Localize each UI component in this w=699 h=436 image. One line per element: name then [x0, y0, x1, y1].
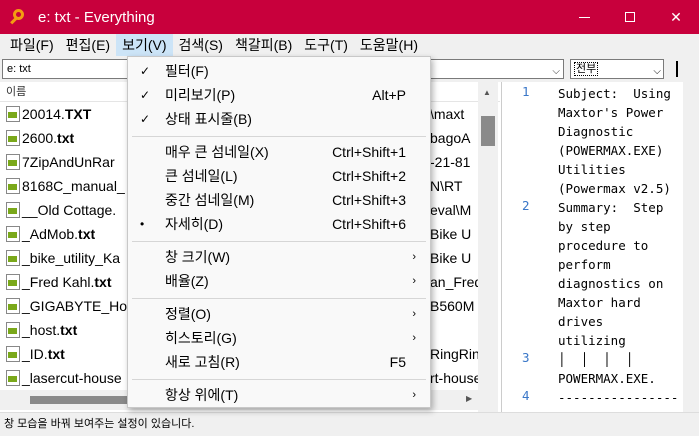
menu-item-filter[interactable]: ✓ 필터(F): [128, 59, 430, 83]
maximize-icon: [625, 12, 635, 22]
menu-item-refresh[interactable]: 새로 고침(R) F5: [128, 350, 430, 374]
menu-item-window-size[interactable]: 창 크기(W) ›: [128, 245, 430, 269]
menu-bookmarks[interactable]: 책갈피(B): [229, 34, 298, 56]
minimize-button[interactable]: [561, 0, 607, 34]
text-file-icon: [6, 298, 20, 314]
text-file-icon: [6, 106, 20, 122]
text-file-icon: [6, 370, 20, 386]
chevron-right-icon: ›: [412, 275, 416, 287]
checkmark-icon: ✓: [140, 112, 151, 126]
menu-item-preview[interactable]: ✓ 미리보기(P) Alt+P: [128, 83, 430, 107]
magnifier-app-icon: [8, 6, 30, 28]
menu-item-extra-large-thumbnails[interactable]: 매우 큰 섬네일(X) Ctrl+Shift+1: [128, 140, 430, 164]
menu-search[interactable]: 검색(S): [173, 34, 229, 56]
shortcut-label: F5: [389, 354, 406, 370]
window-title: e: txt - Everything: [38, 8, 155, 26]
shortcut-label: Ctrl+Shift+1: [332, 144, 406, 160]
menu-item-medium-thumbnails[interactable]: 중간 섬네일(M) Ctrl+Shift+3: [128, 188, 430, 212]
menu-help[interactable]: 도움말(H): [354, 34, 424, 56]
chevron-right-icon: ›: [412, 389, 416, 401]
filter-divider: [676, 61, 678, 77]
menu-bar: 파일(F) 편집(E) 보기(V) 검색(S) 책갈피(B) 도구(T) 도움말…: [0, 34, 699, 56]
menu-tools[interactable]: 도구(T): [298, 34, 354, 56]
chevron-right-icon: ›: [412, 332, 416, 344]
menu-item-details[interactable]: • 자세히(D) Ctrl+Shift+6: [128, 212, 430, 236]
menu-item-history[interactable]: 히스토리(G) ›: [128, 326, 430, 350]
preview-pane: 1 Subject: Using Maxtor's Power Diagnost…: [501, 82, 699, 412]
shortcut-label: Ctrl+Shift+6: [332, 216, 406, 232]
line-number: 2: [522, 198, 530, 213]
chevron-right-icon: ›: [412, 251, 416, 263]
preview-text: Summary: Step by step procedure to perfo…: [558, 200, 664, 348]
vertical-scroll-thumb[interactable]: [481, 116, 495, 146]
chevron-right-icon: ›: [412, 308, 416, 320]
menu-item-always-on-top[interactable]: 항상 위에(T) ›: [128, 383, 430, 407]
text-file-icon: [6, 202, 20, 218]
search-history-dropdown-icon[interactable]: ⌵: [552, 63, 560, 81]
view-menu-dropdown: ✓ 필터(F) ✓ 미리보기(P) Alt+P ✓ 상태 표시줄(B) 매우 큰 섬네일…: [127, 56, 431, 408]
text-file-icon: [6, 322, 20, 338]
menu-item-status-bar[interactable]: ✓ 상태 표시줄(B): [128, 107, 430, 131]
menu-separator: [132, 136, 426, 137]
menu-item-large-thumbnails[interactable]: 큰 섬네일(L) Ctrl+Shift+2: [128, 164, 430, 188]
menu-separator: [132, 379, 426, 380]
menu-item-sort[interactable]: 정렬(O) ›: [128, 302, 430, 326]
text-file-icon: [6, 274, 20, 290]
text-file-icon: [6, 346, 20, 362]
menu-item-zoom[interactable]: 배율(Z) ›: [128, 269, 430, 293]
scroll-up-arrow-icon[interactable]: ▲: [483, 88, 491, 97]
menu-separator: [132, 298, 426, 299]
preview-text: ----------------: [558, 390, 679, 405]
minimize-icon: [578, 16, 590, 18]
menu-edit[interactable]: 편집(E): [60, 34, 116, 56]
scroll-right-arrow-icon[interactable]: ▶: [466, 394, 472, 403]
filter-select-value: 전부: [574, 62, 599, 76]
search-input-value: e: txt: [7, 63, 31, 75]
menu-file[interactable]: 파일(F): [4, 34, 60, 56]
menu-view[interactable]: 보기(V): [116, 34, 173, 56]
status-bar: 창 모습을 바꿔 보여주는 설정이 있습니다.: [0, 412, 699, 436]
text-file-icon: [6, 226, 20, 242]
text-file-icon: [6, 130, 20, 146]
preview-text: Subject: Using Maxtor's Power Diagnostic…: [558, 86, 671, 196]
preview-text: │ │ │ │ POWERMAX.EXE.: [558, 352, 656, 386]
filter-select[interactable]: 전부 ⌵: [570, 59, 664, 79]
text-file-icon: [6, 154, 20, 170]
maximize-button[interactable]: [607, 0, 653, 34]
title-bar: e: txt - Everything ✕: [0, 0, 699, 34]
close-button[interactable]: ✕: [653, 0, 699, 34]
checkmark-icon: ✓: [140, 88, 151, 102]
line-number: 3: [522, 350, 530, 365]
text-file-icon: [6, 250, 20, 266]
preview-scrollbar[interactable]: [683, 82, 699, 412]
results-vertical-scrollbar[interactable]: ▲: [478, 82, 498, 412]
shortcut-label: Alt+P: [372, 87, 406, 103]
text-file-icon: [6, 178, 20, 194]
line-number: 4: [522, 388, 530, 403]
chevron-down-icon: ⌵: [653, 66, 661, 77]
radio-dot-icon: •: [140, 217, 145, 231]
line-number: 1: [522, 84, 530, 99]
checkmark-icon: ✓: [140, 64, 151, 78]
close-icon: ✕: [670, 8, 682, 25]
shortcut-label: Ctrl+Shift+3: [332, 192, 406, 208]
horizontal-scroll-thumb[interactable]: [30, 396, 140, 404]
shortcut-label: Ctrl+Shift+2: [332, 168, 406, 184]
menu-separator: [132, 241, 426, 242]
